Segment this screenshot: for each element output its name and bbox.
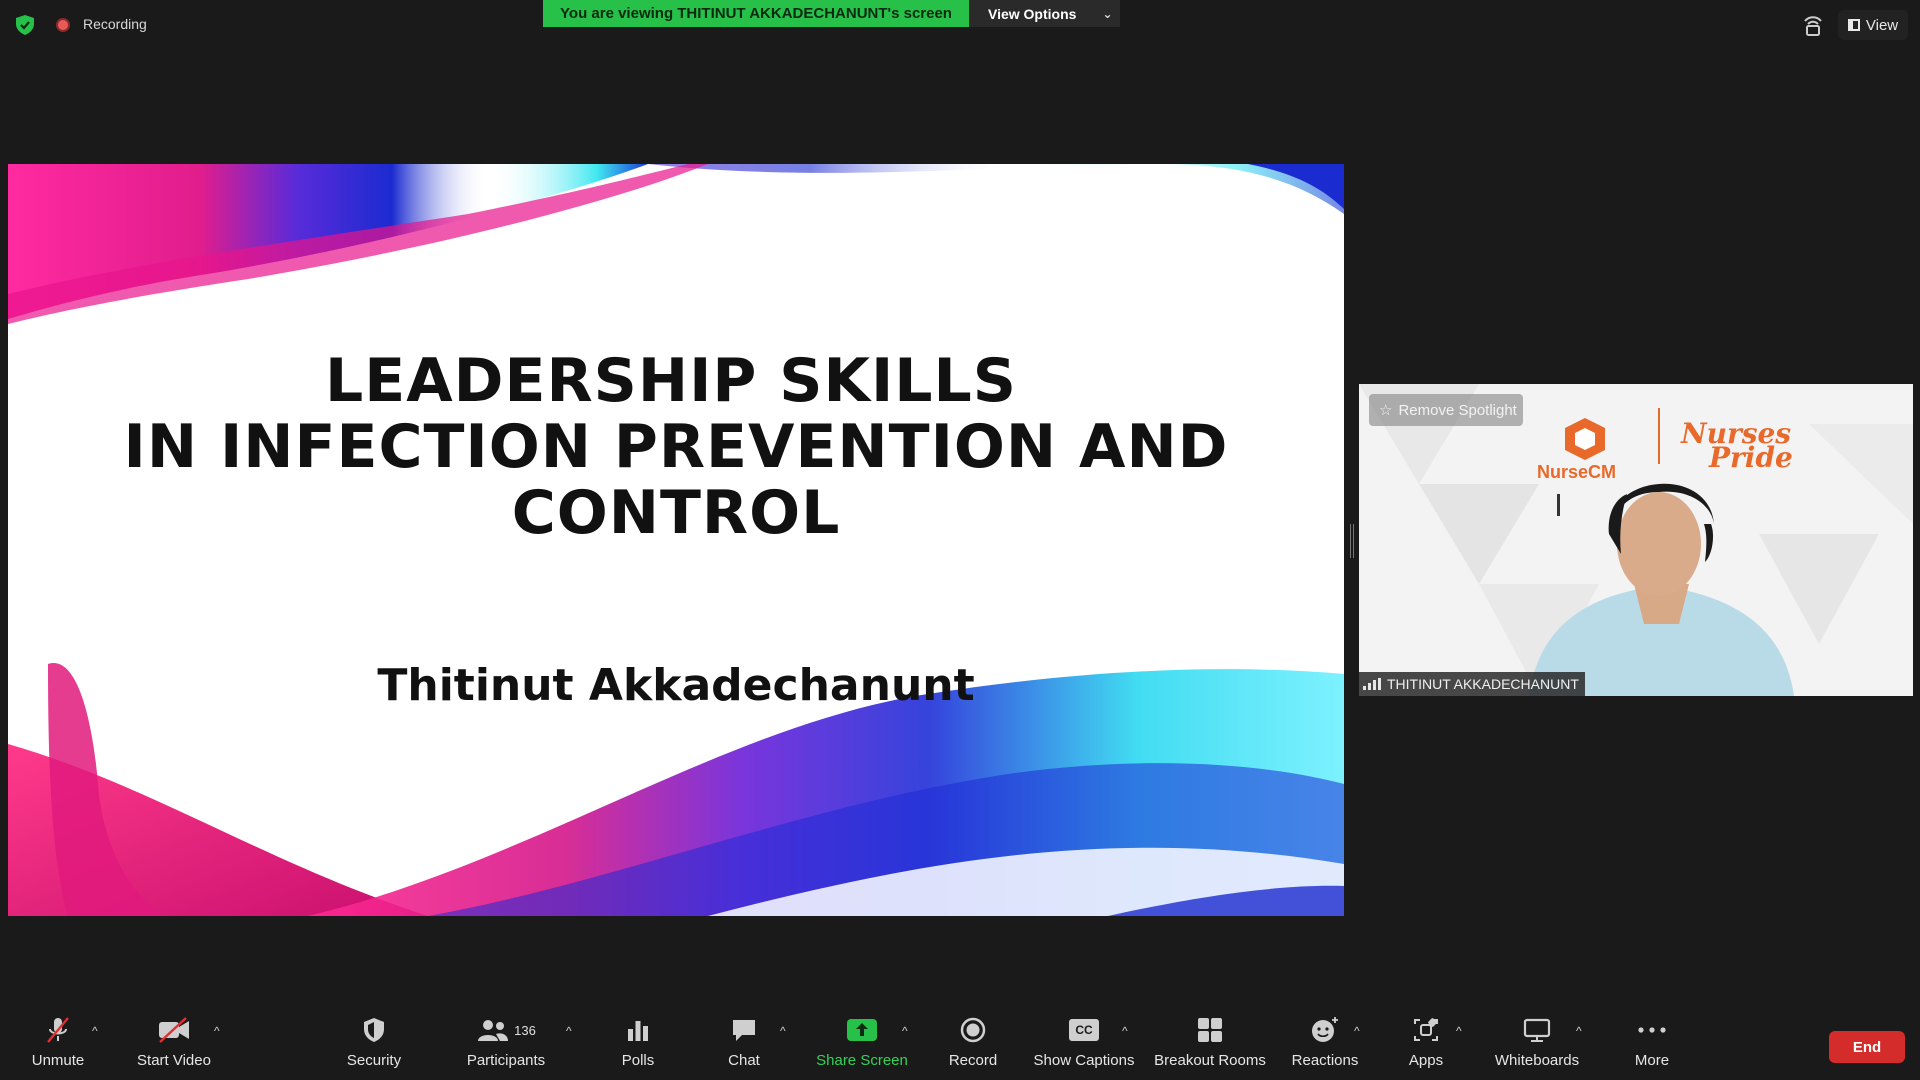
apps-button[interactable]: Apps xyxy=(1398,1010,1454,1080)
slide-title-line-1: LEADERSHIP SKILLS xyxy=(325,346,1017,416)
viewing-banner: You are viewing THITINUT AKKADECHANUNT's… xyxy=(543,0,969,27)
apps-label: Apps xyxy=(1408,1052,1444,1069)
apps-icon xyxy=(1414,1018,1438,1041)
slide-title-line-3: CONTROL xyxy=(511,478,841,548)
security-label: Security xyxy=(346,1052,402,1069)
remove-spotlight-label: Remove Spotlight xyxy=(1398,401,1517,419)
more-label: More xyxy=(1634,1052,1670,1069)
share-options-chevron-icon[interactable]: ^ xyxy=(902,1024,908,1038)
reactions-smiley-icon xyxy=(1312,1017,1338,1042)
captions-options-chevron-icon[interactable]: ^ xyxy=(1122,1024,1128,1038)
unmute-button[interactable]: Unmute xyxy=(20,1010,96,1080)
end-meeting-button[interactable]: End xyxy=(1829,1031,1905,1063)
show-captions-label: Show Captions xyxy=(1033,1052,1135,1069)
view-button[interactable]: View xyxy=(1838,10,1908,40)
participants-icon xyxy=(478,1020,509,1041)
more-dots-icon xyxy=(1638,1027,1666,1033)
breakout-rooms-label: Breakout Rooms xyxy=(1154,1052,1266,1069)
more-button[interactable]: More xyxy=(1620,1010,1684,1080)
slide-title: LEADERSHIP SKILLS IN INFECTION PREVENTIO… xyxy=(8,348,1344,546)
polls-button[interactable]: Polls xyxy=(610,1010,666,1080)
view-options-button[interactable]: View Options ⌄ xyxy=(969,0,1120,27)
share-screen-arrow-icon xyxy=(847,1019,877,1041)
chat-label: Chat xyxy=(728,1052,760,1069)
polls-bar-chart-icon xyxy=(628,1021,648,1041)
apps-options-chevron-icon[interactable]: ^ xyxy=(1456,1024,1462,1038)
reactions-button[interactable]: Reactions xyxy=(1290,1010,1360,1080)
video-options-chevron-icon[interactable]: ^ xyxy=(214,1024,220,1038)
whiteboards-options-chevron-icon[interactable]: ^ xyxy=(1576,1024,1582,1038)
slide-title-line-2: IN INFECTION PREVENTION AND xyxy=(123,412,1229,482)
meeting-toolbar: Unmute ^ Start Video ^ Security 136 Part… xyxy=(0,1010,1920,1080)
start-video-label: Start Video xyxy=(137,1052,211,1069)
microphone-muted-icon xyxy=(47,1017,69,1043)
record-icon xyxy=(960,1017,986,1043)
breakout-rooms-grid-icon xyxy=(1198,1018,1222,1042)
breakout-rooms-button[interactable]: Breakout Rooms xyxy=(1152,1010,1268,1080)
participants-label: Participants xyxy=(466,1052,546,1069)
splitter-handle[interactable] xyxy=(1350,524,1354,558)
share-screen-label: Share Screen xyxy=(816,1052,908,1069)
nurses-pride-logo: Nurses Pride xyxy=(1681,420,1793,472)
record-label: Record xyxy=(948,1052,998,1069)
slide-author: Thitinut Akkadechanunt xyxy=(377,660,975,711)
security-button[interactable]: Security xyxy=(336,1010,412,1080)
reactions-label: Reactions xyxy=(1291,1052,1359,1069)
closed-captions-icon: CC xyxy=(1069,1019,1099,1041)
immersive-view-icon[interactable] xyxy=(1800,12,1826,38)
reactions-options-chevron-icon[interactable]: ^ xyxy=(1354,1024,1360,1038)
recording-label: Recording xyxy=(83,16,147,32)
view-options-label: View Options xyxy=(988,5,1077,22)
participant-video-tile[interactable]: ☆ Remove Spotlight NurseCM Nurses Pride … xyxy=(1359,384,1913,696)
record-button[interactable]: Record xyxy=(940,1010,1006,1080)
video-background xyxy=(1359,384,1913,696)
whiteboards-label: Whiteboards xyxy=(1494,1052,1580,1069)
video-camera-off-icon xyxy=(159,1017,189,1043)
share-screen-button[interactable]: Share Screen xyxy=(812,1010,912,1080)
view-label: View xyxy=(1865,16,1899,34)
pin-icon: ☆ xyxy=(1379,402,1393,419)
security-shield-icon xyxy=(364,1018,384,1042)
unmute-label: Unmute xyxy=(31,1052,85,1069)
nursecm-logo-text: NurseCM xyxy=(1537,462,1617,482)
whiteboards-button[interactable]: Whiteboards xyxy=(1488,1010,1586,1080)
participants-options-chevron-icon[interactable]: ^ xyxy=(566,1024,572,1038)
whiteboard-icon xyxy=(1523,1018,1551,1042)
participants-count: 136 xyxy=(514,1022,536,1038)
participant-name-tag: THITINUT AKKADECHANUNT xyxy=(1359,672,1585,696)
participants-button[interactable]: 136 Participants xyxy=(460,1010,552,1080)
chat-bubble-icon xyxy=(733,1020,755,1041)
top-bar: Recording You are viewing THITINUT AKKAD… xyxy=(0,0,1920,50)
chevron-down-icon: ⌄ xyxy=(1102,6,1113,21)
signal-strength-icon xyxy=(1363,678,1381,690)
start-video-button[interactable]: Start Video xyxy=(128,1010,220,1080)
grid-layout-icon xyxy=(1847,19,1860,31)
remove-spotlight-button[interactable]: ☆ Remove Spotlight xyxy=(1369,394,1523,426)
chat-button[interactable]: Chat xyxy=(716,1010,772,1080)
recording-dot-icon xyxy=(56,18,70,32)
audio-options-chevron-icon[interactable]: ^ xyxy=(92,1024,98,1038)
show-captions-button[interactable]: CC Show Captions xyxy=(1030,1010,1138,1080)
participant-name: THITINUT AKKADECHANUNT xyxy=(1387,676,1579,692)
chat-options-chevron-icon[interactable]: ^ xyxy=(780,1024,786,1038)
polls-label: Polls xyxy=(621,1052,655,1069)
shield-check-icon[interactable] xyxy=(14,14,36,36)
shared-screen-slide: LEADERSHIP SKILLS IN INFECTION PREVENTIO… xyxy=(8,164,1344,916)
